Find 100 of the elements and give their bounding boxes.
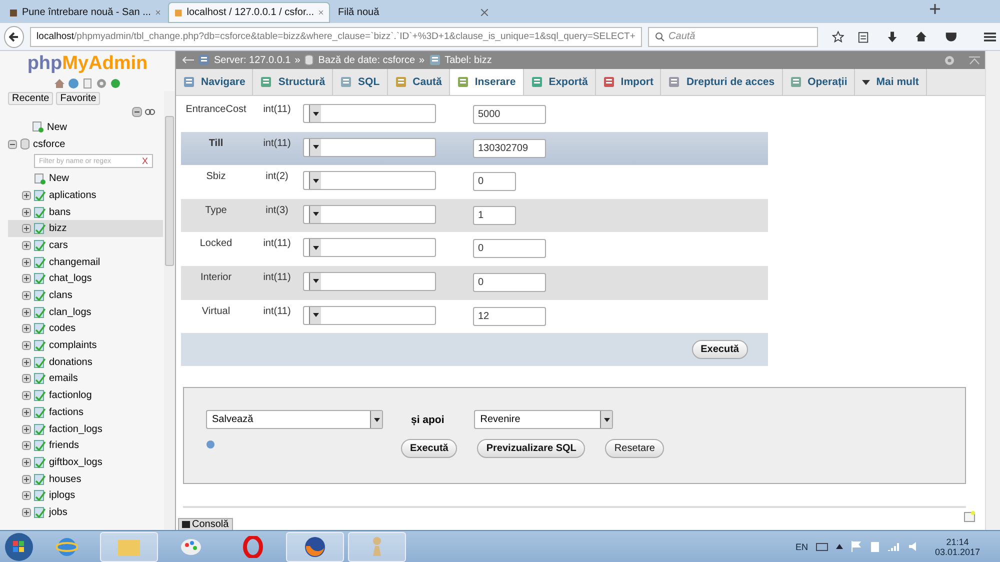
expand-icon[interactable]	[22, 291, 31, 300]
tree-item-label[interactable]: clan_logs	[49, 306, 92, 318]
expand-icon[interactable]	[22, 374, 31, 384]
tree-item-label[interactable]: emails	[49, 373, 78, 384]
close-icon[interactable]	[481, 9, 488, 16]
tree-item[interactable]: factionlog	[8, 387, 163, 404]
download-icon[interactable]	[886, 30, 898, 44]
menu-tab[interactable]: Mai mult	[855, 69, 927, 95]
tree-item[interactable]: giftbox_logs	[8, 454, 163, 471]
collapse-icon[interactable]	[8, 140, 17, 149]
tree-item-label[interactable]: donations	[49, 356, 92, 368]
start-button[interactable]	[4, 532, 34, 562]
tree-item[interactable]: donations	[8, 354, 163, 371]
expand-icon[interactable]	[22, 190, 31, 200]
home-icon[interactable]	[915, 30, 928, 43]
document-icon[interactable]	[82, 78, 93, 89]
menu-tab[interactable]: Exportă	[524, 69, 596, 95]
tree-item[interactable]: cars	[8, 237, 163, 254]
menu-tab[interactable]: SQL	[333, 69, 388, 95]
form-button[interactable]: Previzualizare SQL	[477, 439, 586, 458]
tree-item[interactable]: bans	[8, 204, 163, 220]
help-icon[interactable]	[206, 440, 215, 450]
console-tab[interactable]: Consolă	[178, 518, 233, 530]
help-icon[interactable]	[68, 78, 79, 89]
tree-item[interactable]: clan_logs	[8, 304, 163, 321]
back-button[interactable]	[4, 26, 24, 48]
tree-item-label[interactable]: cars	[49, 240, 68, 251]
notes-icon[interactable]	[964, 511, 975, 522]
expand-icon[interactable]	[22, 258, 31, 267]
value-field[interactable]: 5000	[473, 105, 546, 124]
tree-item-label[interactable]: New	[47, 122, 68, 133]
collapse-all-icon[interactable]	[132, 107, 142, 117]
taskbar-app[interactable]	[286, 532, 344, 562]
expand-icon[interactable]	[22, 324, 31, 334]
value-field[interactable]: 130302709	[473, 138, 546, 158]
tree-item-label[interactable]: chat_logs	[49, 273, 92, 284]
tree-item[interactable]: bizz	[8, 220, 163, 238]
clock[interactable]: 21:14 03.01.2017	[934, 536, 980, 556]
tree-item[interactable]: csforce	[8, 136, 163, 152]
search-field[interactable]: Caută	[648, 26, 818, 46]
tree-item[interactable]: clans	[8, 287, 163, 304]
tree-item[interactable]: aplications	[8, 187, 163, 204]
tree-item-label[interactable]: bans	[49, 206, 71, 218]
expand-icon[interactable]	[22, 358, 31, 367]
execute-button[interactable]: Execută	[692, 340, 748, 360]
keyboard-icon[interactable]	[816, 542, 828, 550]
menu-tab[interactable]: Import	[596, 69, 662, 95]
tree-item-label[interactable]: faction_logs	[49, 424, 102, 435]
tree-item-label[interactable]: changemail	[49, 256, 100, 268]
menu-tab[interactable]: Operații	[782, 69, 856, 95]
breadcrumb-server[interactable]: Server: 127.0.0.1	[214, 54, 291, 66]
star-icon[interactable]	[832, 30, 844, 44]
sidebar-tab[interactable]: Recente	[8, 92, 54, 105]
tree-item-label[interactable]: aplications	[49, 190, 96, 201]
phpmyadmin-logo[interactable]: phpMyAdmin	[0, 53, 175, 75]
tree-item[interactable]: houses	[8, 470, 163, 488]
browser-tab[interactable]: Filă nouă	[332, 2, 494, 23]
reading-list-icon[interactable]	[858, 30, 869, 44]
tree-item[interactable]: New	[8, 170, 163, 188]
tree-item-label[interactable]: factionlog	[49, 390, 92, 402]
tree-item[interactable]: New	[8, 119, 163, 136]
tree-item-label[interactable]: friends	[49, 440, 80, 452]
tree-item[interactable]: friends	[8, 437, 163, 454]
tree-item-label[interactable]: giftbox_logs	[49, 456, 102, 468]
expand-icon[interactable]	[22, 240, 31, 250]
expand-icon[interactable]	[22, 224, 31, 234]
tree-item[interactable]: faction_logs	[8, 420, 163, 438]
address-bar[interactable]: localhost/phpmyadmin/tbl_change.php?db=csforce&table=bizz&where_clause=`bizz`.`ID`+%3D+1&clause_is_unique=1&sql_query=SELECT+	[30, 26, 642, 46]
form-button[interactable]: Resetare	[605, 439, 664, 458]
breadcrumb-table[interactable]: Tabel: bizz	[444, 54, 492, 66]
expand-icon[interactable]	[22, 491, 31, 500]
expand-icon[interactable]	[22, 341, 31, 350]
caret-up-icon[interactable]	[836, 544, 843, 549]
tree-item-label[interactable]: codes	[49, 323, 76, 334]
value-field[interactable]: 0	[473, 239, 546, 258]
tree-item[interactable]: iplogs	[8, 487, 163, 504]
pocket-icon[interactable]	[945, 30, 958, 42]
tree-item-label[interactable]: csforce	[33, 138, 66, 150]
close-icon[interactable]	[156, 9, 160, 16]
menu-tab[interactable]: Drepturi de acces	[661, 69, 783, 95]
tree-item-label[interactable]: complaints	[49, 340, 97, 352]
tree-item[interactable]: jobs	[8, 504, 163, 521]
tree-item-label[interactable]: bizz	[49, 223, 67, 234]
tree-item-label[interactable]: clans	[49, 290, 72, 302]
expand-icon[interactable]	[22, 208, 31, 217]
browser-tab[interactable]: localhost / 127.0.0.1 / csfor...	[168, 2, 330, 23]
expand-icon[interactable]	[22, 391, 31, 400]
menu-tab[interactable]: Inserare	[450, 69, 524, 95]
tree-item[interactable]: factions	[8, 404, 163, 421]
tree-item-label[interactable]: New	[49, 173, 70, 184]
tree-item[interactable]: complaints	[8, 337, 163, 354]
expand-icon[interactable]	[22, 274, 31, 284]
value-field[interactable]: 0	[473, 172, 516, 192]
expand-icon[interactable]	[22, 408, 31, 417]
expand-icon[interactable]	[22, 458, 31, 467]
value-field[interactable]: 0	[473, 272, 546, 292]
tree-item-label[interactable]: jobs	[49, 506, 68, 518]
menu-tab[interactable]: Navigare	[176, 69, 254, 95]
form-button[interactable]: Execută	[401, 439, 458, 458]
sidebar-tab[interactable]: Favorite	[56, 92, 100, 105]
